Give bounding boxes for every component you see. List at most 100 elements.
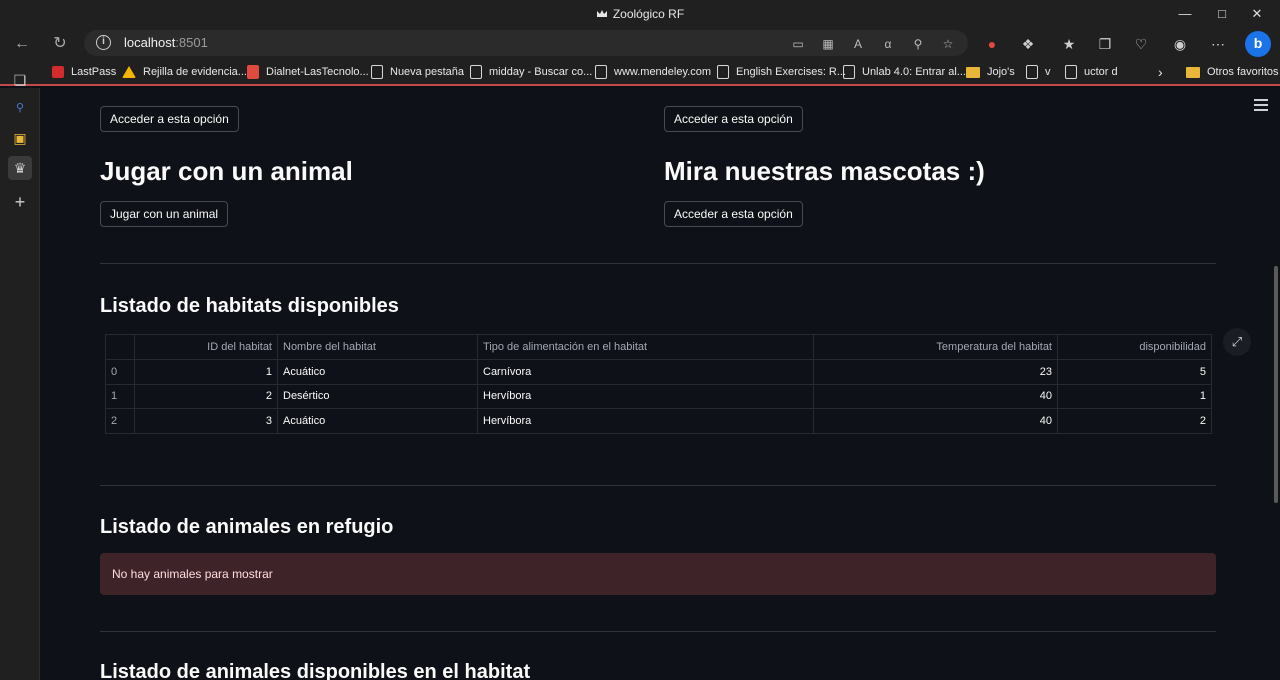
bookmark-item[interactable]: www.mendeley.com (595, 64, 711, 80)
table-cell[interactable]: Desértico (277, 383, 478, 409)
table-cell[interactable]: 1 (1057, 383, 1212, 409)
page-icon (843, 65, 855, 79)
folder-icon (966, 66, 980, 78)
bookmark-item[interactable]: LastPass (52, 64, 116, 80)
access-option-button[interactable]: Acceder a esta opción (664, 106, 803, 132)
table-cell[interactable]: 1 (134, 359, 278, 385)
lastpass-icon (52, 66, 64, 78)
fullscreen-icon[interactable]: ⤢ (1223, 328, 1251, 356)
table-cell[interactable]: Acuático (277, 408, 478, 434)
habitats-title: Listado de habitats disponibles (100, 295, 399, 317)
bookmark-item[interactable]: Jojo's (966, 64, 1015, 80)
apps-icon[interactable]: ▦ (818, 34, 838, 54)
bookmark-item[interactable]: Nueva pestaña (371, 64, 464, 80)
column-header[interactable]: Temperatura del habitat (813, 334, 1058, 360)
pets-button[interactable]: Acceder a esta opción (664, 201, 803, 227)
menu-icon[interactable] (1254, 99, 1268, 111)
pets-title: Mira nuestras mascotas :) (664, 156, 985, 186)
page-icon (1026, 65, 1038, 79)
table-cell[interactable]: 2 (134, 383, 278, 409)
bookmark-item[interactable]: Rejilla de evidencia... (122, 64, 247, 80)
page-icon (717, 65, 729, 79)
table-row: 1 2 Desértico Hervíbora 40 1 (105, 383, 1212, 409)
crown-icon (596, 10, 607, 17)
play-title: Jugar con un animal (100, 156, 353, 186)
window-title: Zoológico RF (612, 7, 685, 21)
table-cell[interactable]: Hervíbora (477, 383, 814, 409)
folder-icon (1186, 66, 1200, 78)
bookmark-item[interactable]: v (1026, 64, 1051, 80)
profile-icon[interactable]: ◉ (1168, 32, 1192, 56)
tabs-icon[interactable]: ❏ (8, 68, 32, 92)
table-row: 2 3 Acuático Hervíbora 40 2 (105, 408, 1212, 434)
table-cell[interactable]: 3 (134, 408, 278, 434)
table-cell[interactable]: 23 (813, 359, 1058, 385)
column-header[interactable] (105, 334, 135, 360)
table-cell[interactable]: 5 (1057, 359, 1212, 385)
bookmarks-bar: LastPass Rejilla de evidencia... Dialnet… (0, 58, 1280, 86)
info-icon[interactable]: i (96, 35, 111, 50)
extensions-icon[interactable]: ❖ (1016, 32, 1040, 56)
bookmark-item[interactable]: uctor d (1065, 64, 1118, 80)
favorites-icon[interactable]: ★ (1057, 32, 1081, 56)
zoom-icon[interactable]: ⚲ (908, 34, 928, 54)
miro-icon[interactable]: ▣ (8, 126, 32, 150)
pdf-icon (247, 65, 259, 79)
add-favorite-icon[interactable]: ☆ (938, 34, 958, 54)
table-cell[interactable]: 40 (813, 383, 1058, 409)
divider (100, 263, 1216, 264)
table-cell[interactable]: 1 (105, 383, 135, 409)
collections-icon[interactable]: ❐ (1093, 32, 1117, 56)
page-icon (371, 65, 383, 79)
bookmark-item[interactable]: midday - Buscar co... (470, 64, 592, 80)
health-icon[interactable]: ♡ (1129, 32, 1153, 56)
page-icon (470, 65, 482, 79)
extension-icon[interactable]: ● (980, 32, 1004, 56)
url-host: localhost (124, 35, 176, 50)
page-icon (595, 65, 607, 79)
habitats-table[interactable]: ID del habitat Nombre del habitat Tipo d… (105, 334, 1212, 434)
table-cell[interactable]: 2 (1057, 408, 1212, 434)
bookmark-item[interactable]: Dialnet-LasTecnolo... (247, 64, 369, 80)
table-row: 0 1 Acuático Carnívora 23 5 (105, 359, 1212, 385)
more-menu-icon[interactable]: ⋯ (1206, 32, 1230, 56)
browser-sidebar: ❏ ⚲ ▣ ♛ + (0, 72, 40, 680)
refuge-title: Listado de animales en refugio (100, 516, 394, 538)
table-cell[interactable]: Carnívora (477, 359, 814, 385)
close-window-button[interactable]: ✕ (1234, 0, 1280, 28)
divider (100, 485, 1216, 486)
window-titlebar: Zoológico RF — □ ✕ (0, 0, 1280, 28)
table-header-row: ID del habitat Nombre del habitat Tipo d… (105, 334, 1212, 360)
drive-icon (122, 66, 136, 78)
refresh-button[interactable]: ↻ (48, 32, 72, 56)
column-header[interactable]: disponibilidad (1057, 334, 1212, 360)
column-header[interactable]: ID del habitat (134, 334, 278, 360)
table-cell[interactable]: 0 (105, 359, 135, 385)
page-scrollbar[interactable] (1274, 266, 1278, 503)
empty-state-alert: No hay animales para mostrar (100, 553, 1216, 595)
streamlit-tab-icon[interactable]: ♛ (8, 156, 32, 180)
page-icon (1065, 65, 1077, 79)
table-cell[interactable]: Hervíbora (477, 408, 814, 434)
browser-toolbar: ← ↻ i localhost:8501 ▭ ▦ A α ⚲ ☆ ● ❖ ★ ❐… (0, 28, 1280, 58)
other-favorites[interactable]: Otros favoritos (1186, 64, 1279, 80)
column-header[interactable]: Nombre del habitat (277, 334, 478, 360)
table-cell[interactable]: Acuático (277, 359, 478, 385)
read-aloud-icon[interactable]: A (848, 34, 868, 54)
bing-icon[interactable]: b (1245, 31, 1271, 57)
device-icon[interactable]: ▭ (788, 34, 808, 54)
column-header[interactable]: Tipo de alimentación en el habitat (477, 334, 814, 360)
page-content: Acceder a esta opción Acceder a esta opc… (40, 88, 1280, 680)
translate-icon[interactable]: α (878, 34, 898, 54)
add-icon[interactable]: + (8, 190, 32, 214)
back-button[interactable]: ← (10, 32, 34, 56)
search-icon[interactable]: ⚲ (8, 96, 32, 120)
table-cell[interactable]: 2 (105, 408, 135, 434)
bookmark-item[interactable]: English Exercises: R... (717, 64, 846, 80)
table-cell[interactable]: 40 (813, 408, 1058, 434)
play-button[interactable]: Jugar con un animal (100, 201, 229, 227)
access-option-button[interactable]: Acceder a esta opción (100, 106, 239, 132)
address-bar[interactable]: i localhost:8501 ▭ ▦ A α ⚲ ☆ (84, 30, 968, 56)
chevron-right-icon[interactable]: › (1158, 64, 1163, 80)
bookmark-item[interactable]: Unlab 4.0: Entrar al... (843, 64, 966, 80)
